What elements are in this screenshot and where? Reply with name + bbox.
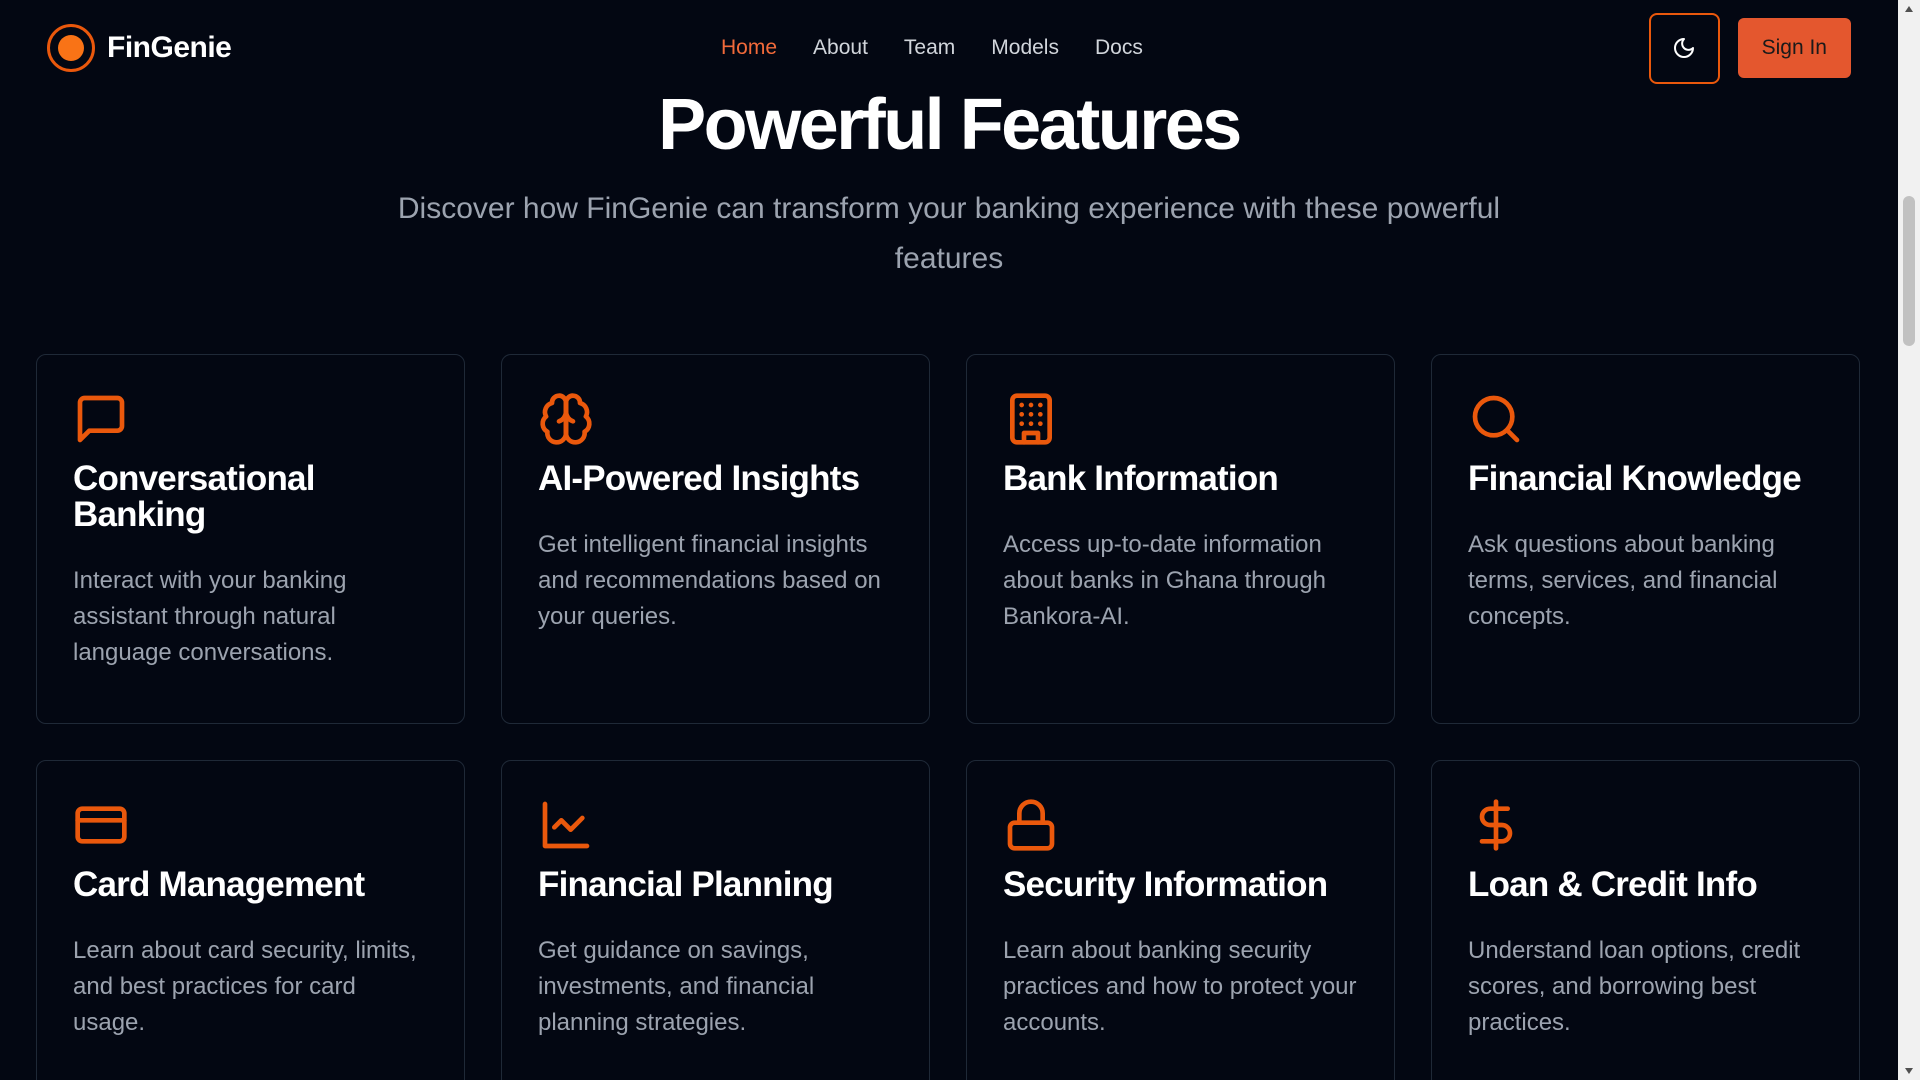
feature-description: Learn about banking security practices a… [1003,937,1357,1036]
header-actions: Sign In [1648,12,1851,84]
feature-card-bank-information: Bank Information Access up-to-date infor… [966,354,1395,724]
moon-icon [1674,38,1695,58]
nav-models[interactable]: Models [991,36,1059,60]
brain-icon [540,393,592,445]
feature-card-ai-insights: AI-Powered Insights Get intelligent fina… [501,354,930,724]
viewport: FinGenie Home About Team Models Docs Sig… [0,0,1898,1080]
sign-in-button[interactable]: Sign In [1737,18,1851,78]
feature-title: Card Management [73,865,365,904]
feature-card-financial-planning: Financial Planning Get guidance on savin… [501,760,930,1080]
building-icon [1010,393,1052,445]
feature-title: Financial Knowledge [1468,459,1802,498]
search-icon [1472,395,1520,443]
credit-card-icon [75,806,127,844]
scroll-up-arrow-icon[interactable] [1898,0,1920,18]
feature-description: Access up-to-date information about bank… [1003,531,1326,630]
scrollbar-thumb[interactable] [1903,196,1915,346]
feature-title: Financial Planning [538,865,834,904]
feature-description: Get guidance on savings, investments, an… [538,937,815,1036]
nav-home[interactable]: Home [721,36,777,60]
feature-card-card-management: Card Management Learn about card securit… [36,760,465,1080]
theme-toggle-button[interactable] [1648,12,1720,84]
feature-description: Learn about card security, limits, and b… [73,937,417,1036]
brand-link[interactable]: FinGenie [47,24,232,72]
brand-name: FinGenie [107,31,232,64]
feature-card-conversational-banking: Conversational Banking Interact with you… [36,354,465,724]
feature-card-loan-credit: Loan & Credit Info Understand loan optio… [1431,760,1860,1080]
vertical-scrollbar[interactable] [1898,0,1920,1080]
feature-description: Ask questions about banking terms, servi… [1468,531,1778,630]
nav-team[interactable]: Team [904,36,955,60]
lock-icon [1007,799,1055,851]
top-navbar: FinGenie Home About Team Models Docs Sig… [0,0,1898,96]
feature-title: AI-Powered Insights [538,459,860,498]
logo-icon [47,24,95,72]
feature-description: Get intelligent financial insights and r… [538,531,881,630]
feature-description: Understand loan options, credit scores, … [1468,937,1801,1036]
page: FinGenie Home About Team Models Docs Sig… [0,0,1920,1080]
nav-about[interactable]: About [813,36,868,60]
feature-card-financial-knowledge: Financial Knowledge Ask questions about … [1431,354,1860,724]
feature-title: Conversational Banking [73,459,315,534]
feature-title: Bank Information [1003,459,1279,498]
page-subtitle: Discover how FinGenie can transform your… [397,192,1501,275]
feature-card-security-information: Security Information Learn about banking… [966,760,1395,1080]
feature-title: Security Information [1003,865,1328,904]
chat-bubble-icon [77,395,125,443]
main-nav: Home About Team Models Docs [721,0,1143,96]
scroll-down-arrow-icon[interactable] [1898,1062,1920,1080]
line-chart-icon [542,801,590,849]
dollar-sign-icon [1479,799,1513,851]
feature-title: Loan & Credit Info [1468,865,1758,904]
nav-docs[interactable]: Docs [1095,36,1143,60]
feature-description: Interact with your banking assistant thr… [73,567,347,666]
